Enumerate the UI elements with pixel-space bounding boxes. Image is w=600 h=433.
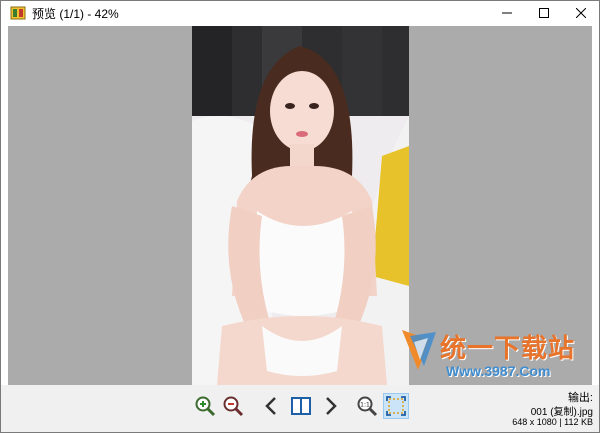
watermark-url: Www.3987.Com — [446, 363, 551, 379]
chevron-left-icon — [265, 397, 276, 415]
photo-illustration — [192, 26, 409, 385]
split-view-icon — [291, 397, 311, 415]
split-view-button[interactable] — [288, 393, 314, 419]
preview-window: 预览 (1/1) - 42% 统一下载站 Www.3987.Com 1:1 输出… — [0, 0, 600, 433]
watermark-title: 统一下载站 — [440, 334, 576, 364]
minimize-icon — [501, 12, 512, 14]
maximize-button[interactable] — [525, 1, 562, 25]
actual-size-button[interactable]: 1:1 — [354, 393, 380, 419]
next-button[interactable] — [317, 393, 343, 419]
preview-photo — [192, 26, 409, 385]
chevron-right-icon — [326, 397, 337, 415]
window-title: 预览 (1/1) - 42% — [32, 6, 119, 21]
image-info: 648 x 1080 | 112 KB — [512, 417, 593, 427]
app-icon — [10, 5, 26, 21]
zoom-1to1-icon: 1:1 — [357, 396, 378, 417]
window-controls — [488, 1, 599, 25]
preview-toolbar: 1:1 输出: 001 (复制).jpg 648 x 1080 | 112 KB — [1, 385, 599, 432]
close-icon — [575, 8, 586, 18]
close-button[interactable] — [562, 1, 599, 25]
watermark-logo-icon — [402, 330, 436, 370]
watermark: 统一下载站 Www.3987.Com — [400, 326, 590, 384]
zoom-in-button[interactable] — [192, 393, 218, 419]
minimize-button[interactable] — [488, 1, 525, 25]
svg-text:1:1: 1:1 — [360, 402, 370, 409]
zoom-in-icon — [195, 396, 216, 417]
zoom-out-icon — [223, 396, 244, 417]
title-bar[interactable]: 预览 (1/1) - 42% — [1, 1, 599, 25]
fit-window-button[interactable] — [383, 393, 409, 419]
zoom-out-button[interactable] — [220, 393, 246, 419]
maximize-icon — [538, 8, 549, 18]
previous-button[interactable] — [259, 393, 285, 419]
fit-window-icon — [386, 396, 406, 416]
output-file-name: 001 (复制).jpg — [530, 407, 593, 418]
image-preview-area[interactable]: 统一下载站 Www.3987.Com — [8, 26, 592, 385]
